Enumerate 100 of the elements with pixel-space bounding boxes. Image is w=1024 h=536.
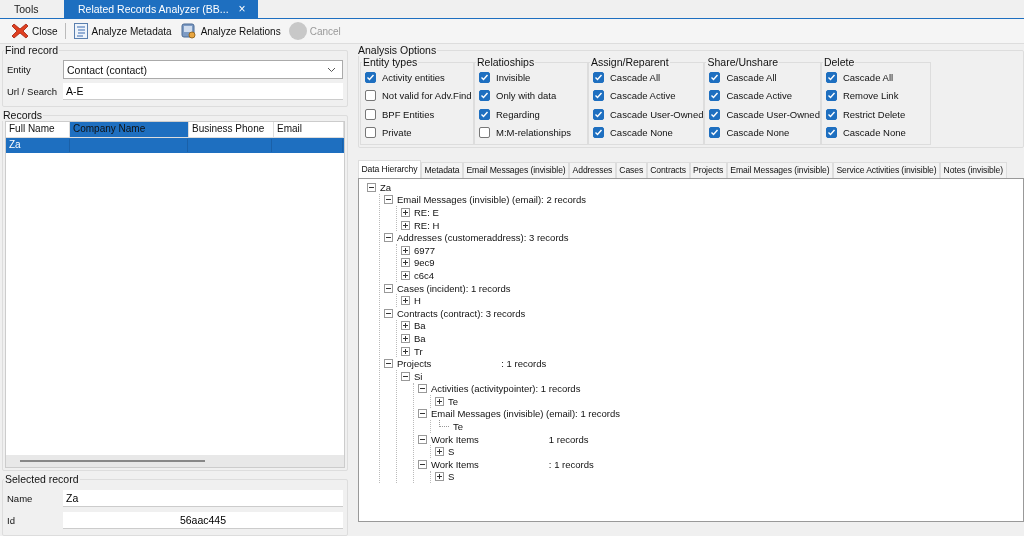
expand-icon[interactable]: [401, 333, 410, 343]
checked-box-icon[interactable]: [709, 71, 721, 83]
expand-icon[interactable]: [401, 258, 410, 268]
collapse-icon[interactable]: [384, 283, 393, 293]
record-row[interactable]: Za: [6, 138, 344, 153]
column-header[interactable]: Company Name: [70, 122, 189, 137]
checked-box-icon[interactable]: [709, 108, 721, 120]
checked-box-icon[interactable]: [825, 108, 837, 120]
option-checkbox[interactable]: Cascade User-Owned: [593, 105, 704, 124]
tree-node[interactable]: Contracts (contract): 3 records: [397, 307, 526, 319]
result-tab[interactable]: Email Messages (invisible): [726, 162, 833, 178]
expand-icon[interactable]: [401, 270, 410, 280]
document-tab[interactable]: Related Records Analyzer (BB... ×: [64, 0, 258, 18]
result-tab[interactable]: Email Messages (invisible): [462, 162, 570, 178]
collapse-icon[interactable]: [418, 409, 427, 419]
tree-node[interactable]: 9ec9: [414, 257, 435, 269]
tree-node[interactable]: H: [414, 295, 421, 307]
option-checkbox[interactable]: Cascade All: [593, 68, 704, 87]
checked-box-icon[interactable]: [709, 90, 721, 102]
collapse-icon[interactable]: [367, 182, 376, 192]
result-tab[interactable]: Projects: [689, 162, 727, 178]
option-checkbox[interactable]: Cascade None: [593, 123, 704, 142]
checkbox-icon[interactable]: [365, 108, 376, 120]
expand-icon[interactable]: [435, 472, 444, 482]
expand-icon[interactable]: [401, 346, 410, 356]
checked-box-icon[interactable]: [479, 108, 490, 120]
tree-node[interactable]: Ba: [414, 332, 426, 344]
option-checkbox[interactable]: M:M-relationships: [479, 123, 587, 142]
option-checkbox[interactable]: Regarding: [479, 105, 587, 124]
expand-icon[interactable]: [401, 321, 410, 331]
tree-node[interactable]: RE: H: [414, 219, 440, 231]
tree-node[interactable]: Te: [453, 421, 464, 433]
option-checkbox[interactable]: Cascade All: [825, 68, 930, 87]
checked-box-icon[interactable]: [825, 90, 837, 102]
tree-node[interactable]: Work Items: [431, 458, 479, 470]
checked-box-icon[interactable]: [593, 90, 604, 102]
name-field[interactable]: Za: [63, 490, 343, 507]
column-header[interactable]: Business Phone: [189, 122, 274, 137]
tree-node[interactable]: Addresses (customeraddress): 3 records: [397, 232, 569, 244]
option-checkbox[interactable]: Cascade All: [709, 68, 820, 87]
entity-dropdown[interactable]: Contact (contact): [63, 60, 343, 79]
checkbox-icon[interactable]: [365, 90, 376, 102]
option-checkbox[interactable]: Only with data: [479, 86, 587, 105]
tree-node[interactable]: Projects: [397, 358, 432, 370]
option-checkbox[interactable]: Not valid for Adv.Find: [365, 86, 473, 105]
expand-icon[interactable]: [401, 245, 410, 255]
checked-box-icon[interactable]: [709, 127, 721, 139]
tree-node[interactable]: S: [448, 446, 455, 458]
collapse-icon[interactable]: [384, 308, 393, 318]
search-field[interactable]: A-E: [63, 83, 343, 100]
checked-box-icon[interactable]: [593, 127, 604, 139]
option-checkbox[interactable]: Invisible: [479, 68, 587, 87]
expand-icon[interactable]: [401, 208, 410, 217]
close-icon[interactable]: ×: [238, 0, 246, 18]
tree-node[interactable]: Tr: [414, 345, 423, 357]
tree-node[interactable]: 6977: [414, 244, 436, 256]
tree-node[interactable]: Te: [448, 395, 459, 407]
column-header[interactable]: Email: [274, 122, 344, 137]
collapse-icon[interactable]: [418, 434, 427, 444]
checked-box-icon[interactable]: [479, 71, 490, 83]
result-tab[interactable]: Cases: [615, 162, 647, 178]
checkbox-icon[interactable]: [365, 127, 376, 139]
collapse-icon[interactable]: [401, 371, 410, 381]
collapse-icon[interactable]: [418, 384, 427, 394]
result-tab[interactable]: Data Hierarchy: [358, 160, 421, 178]
tree-node[interactable]: Work Items: [431, 433, 479, 445]
checked-box-icon[interactable]: [365, 71, 376, 83]
checked-box-icon[interactable]: [593, 71, 604, 83]
option-checkbox[interactable]: Activity entities: [365, 68, 473, 87]
result-tab[interactable]: Contracts: [646, 162, 690, 178]
tree-node[interactable]: S: [448, 471, 455, 483]
option-checkbox[interactable]: Private: [365, 123, 473, 142]
result-tab[interactable]: Metadata: [420, 162, 463, 178]
tree-node[interactable]: Activities (activitypointer): 1 records: [431, 383, 581, 395]
option-checkbox[interactable]: Cascade None: [825, 123, 930, 142]
option-checkbox[interactable]: Cascade Active: [593, 86, 704, 105]
tree-node[interactable]: Email Messages (invisible) (email): 2 records: [397, 194, 586, 206]
tree-node[interactable]: RE: E: [414, 207, 439, 218]
collapse-icon[interactable]: [384, 195, 393, 205]
tree-node[interactable]: Si: [414, 370, 423, 382]
tree-node[interactable]: c6c4: [414, 269, 435, 281]
tree-node[interactable]: Email Messages (invisible) (email): 1 records: [431, 408, 620, 420]
tree-node[interactable]: Ba: [414, 320, 426, 332]
tree-node[interactable]: Za: [380, 181, 392, 193]
checked-box-icon[interactable]: [593, 108, 604, 120]
collapse-icon[interactable]: [418, 459, 427, 469]
expand-icon[interactable]: [435, 447, 444, 457]
document-tab[interactable]: Tools: [0, 0, 64, 18]
scrollbar[interactable]: [6, 455, 344, 467]
checked-box-icon[interactable]: [479, 90, 490, 102]
expand-icon[interactable]: [401, 220, 410, 230]
result-tab[interactable]: Addresses: [569, 162, 616, 178]
checked-box-icon[interactable]: [825, 127, 837, 139]
toolbar-button[interactable]: Analyze Relations: [176, 21, 284, 41]
option-checkbox[interactable]: Cascade None: [709, 123, 820, 142]
option-checkbox[interactable]: Cascade User-Owned: [709, 105, 820, 124]
checked-box-icon[interactable]: [825, 71, 837, 83]
expand-icon[interactable]: [435, 396, 444, 406]
tree-node[interactable]: Cases (incident): 1 records: [397, 282, 511, 294]
result-tab[interactable]: Notes (invisible): [940, 162, 1007, 178]
